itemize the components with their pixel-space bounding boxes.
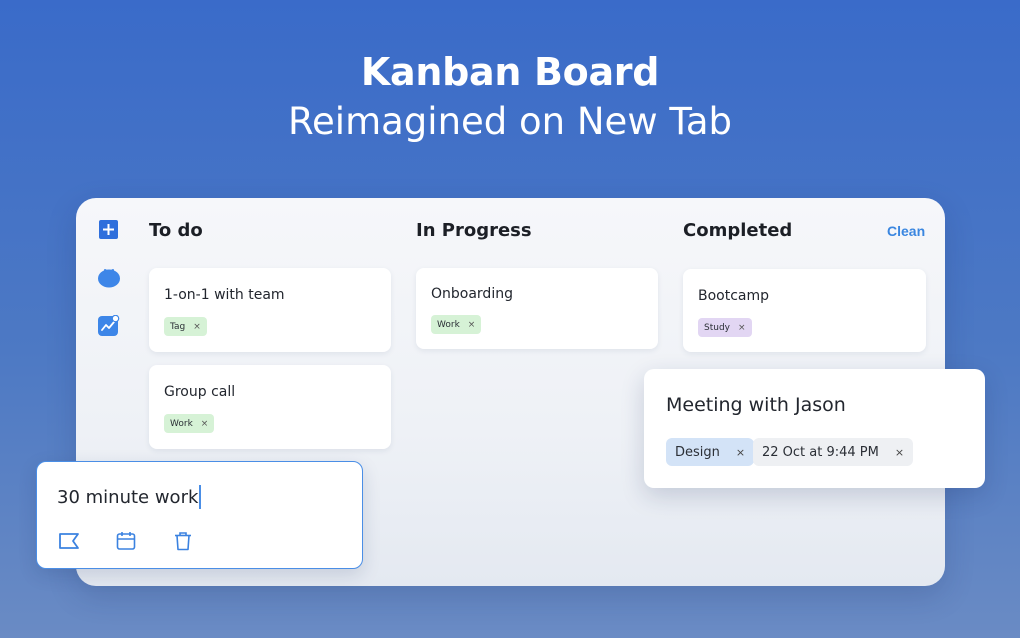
add-icon[interactable] <box>99 220 118 239</box>
new-task-input[interactable]: 30 minute work <box>57 484 337 510</box>
calendar-icon[interactable] <box>116 531 136 556</box>
task-card[interactable]: 1-on-1 with team Tag × <box>149 268 391 352</box>
remove-tag-icon[interactable]: × <box>201 419 209 429</box>
task-card[interactable]: Group call Work × <box>149 365 391 449</box>
due-date-chip[interactable]: 22 Oct at 9:44 PM × <box>753 438 914 466</box>
column-title-completed: Completed <box>683 220 793 241</box>
trash-icon[interactable] <box>173 531 193 556</box>
column-title-in-progress: In Progress <box>416 220 532 241</box>
remove-tag-icon[interactable]: × <box>736 446 745 459</box>
task-detail-card[interactable]: Meeting with Jason Design × 22 Oct at 9:… <box>644 369 985 488</box>
tomato-timer-icon[interactable] <box>97 266 121 288</box>
tag-label: Design <box>675 444 720 460</box>
remove-tag-icon[interactable]: × <box>193 322 201 332</box>
hero-title: Kanban Board <box>360 50 660 94</box>
task-card[interactable]: Bootcamp Study × <box>683 269 926 352</box>
task-title: Group call <box>164 384 236 400</box>
remove-tag-icon[interactable]: × <box>468 320 476 330</box>
due-date-label: 22 Oct at 9:44 PM <box>762 444 879 460</box>
text-caret <box>199 485 202 509</box>
task-detail-title: Meeting with Jason <box>666 394 846 416</box>
task-title: Bootcamp <box>698 288 770 304</box>
remove-tag-icon[interactable]: × <box>738 323 746 333</box>
task-card[interactable]: Onboarding Work × <box>416 268 658 349</box>
tag-label: Work <box>437 319 460 330</box>
tag-chip[interactable]: Work × <box>431 315 482 334</box>
tag-label: Work <box>170 418 193 429</box>
hero-subtitle: Reimagined on New Tab <box>288 100 732 143</box>
new-task-text: 30 minute work <box>57 486 199 508</box>
tag-label: Tag <box>170 321 186 332</box>
tag-chip[interactable]: Study × <box>698 318 752 337</box>
new-task-composer: 30 minute work <box>36 461 363 569</box>
remove-due-date-icon[interactable]: × <box>895 446 904 459</box>
flag-icon[interactable] <box>58 531 80 556</box>
tag-label: Study <box>704 322 730 333</box>
tag-chip[interactable]: Tag × <box>164 317 207 336</box>
task-title: 1-on-1 with team <box>164 287 285 303</box>
column-title-todo: To do <box>149 220 203 241</box>
task-title: Onboarding <box>431 286 513 302</box>
clean-button[interactable]: Clean <box>887 223 925 239</box>
tag-chip[interactable]: Design × <box>666 438 755 466</box>
chart-icon[interactable] <box>98 314 120 337</box>
tag-chip[interactable]: Work × <box>164 414 215 433</box>
